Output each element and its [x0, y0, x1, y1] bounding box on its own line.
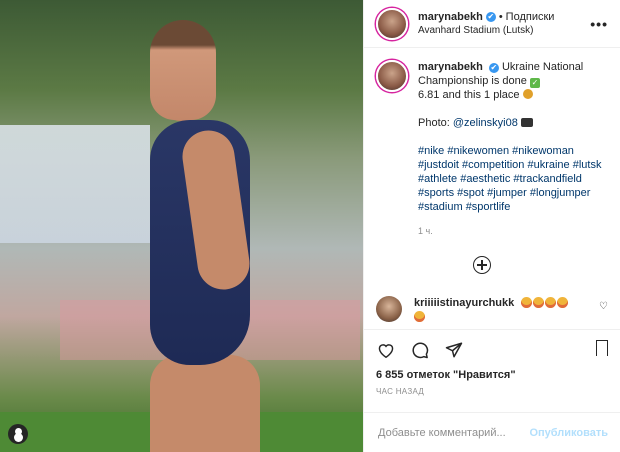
comment-username[interactable]: kriiiiistinayurchukk: [414, 297, 514, 309]
photo-credit-prefix: Photo:: [418, 117, 453, 129]
post-time: ЧАС НАЗАД: [376, 387, 425, 396]
caption-time: 1 ч.: [418, 226, 433, 236]
hashtags[interactable]: #nike #nikewomen #nikewoman #justdoit #c…: [418, 144, 608, 214]
more-options-icon[interactable]: •••: [590, 16, 608, 32]
post-panel: marynabekh ✔ • Подписки Avanhard Stadium…: [363, 0, 620, 452]
caption-text-line2: 6.81 and this 1 place: [418, 89, 520, 101]
header-username[interactable]: marynabekh: [418, 10, 483, 24]
instagram-post: marynabekh ✔ • Подписки Avanhard Stadium…: [0, 0, 620, 452]
load-more-comments-icon[interactable]: [473, 256, 491, 274]
caption-body: marynabekh ✔ Ukraine National Championsh…: [418, 60, 608, 238]
add-comment-bar: Опубликовать: [364, 412, 620, 452]
verified-icon: ✔: [485, 11, 496, 22]
caption-username[interactable]: marynabekh: [418, 61, 483, 73]
share-icon[interactable]: [444, 340, 464, 360]
athlete-legs: [150, 355, 260, 452]
comment-like-icon[interactable]: ♡: [599, 301, 608, 312]
post-header: marynabekh ✔ • Подписки Avanhard Stadium…: [364, 0, 620, 48]
heart-eyes-emoji-icon: [533, 297, 545, 308]
post-comment-button[interactable]: Опубликовать: [529, 427, 608, 439]
likes-count[interactable]: 6 855 отметок "Нравится": [364, 369, 620, 381]
location-link[interactable]: Avanhard Stadium (Lutsk): [418, 24, 554, 38]
check-mark-icon: ✓: [529, 78, 540, 88]
athlete-head: [150, 20, 216, 120]
comment-input[interactable]: [376, 425, 530, 440]
camera-icon: [520, 118, 533, 127]
follow-button[interactable]: Подписки: [506, 10, 555, 24]
heart-eyes-emoji-icon: [414, 311, 425, 322]
separator: •: [498, 10, 503, 23]
caption-avatar[interactable]: [376, 60, 408, 92]
photo-credit-link[interactable]: @zelinskyi08: [453, 117, 518, 129]
stadium-banner: [0, 125, 150, 243]
post-photo[interactable]: [0, 0, 363, 452]
heart-eyes-emoji-icon: [521, 297, 533, 308]
comment-avatar[interactable]: [376, 296, 402, 322]
heart-eyes-emoji-icon: [545, 297, 557, 308]
tagged-users-icon[interactable]: [8, 424, 28, 444]
comments-section: marynabekh ✔ Ukraine National Championsh…: [364, 48, 620, 329]
heart-icon[interactable]: [376, 340, 396, 360]
comment-icon[interactable]: [410, 340, 430, 360]
medal-icon: [522, 89, 533, 99]
heart-eyes-emoji-icon: [557, 297, 569, 308]
bookmark-icon[interactable]: [596, 340, 608, 357]
comment-item: kriiiiistinayurchukk ♡: [376, 296, 608, 324]
avatar[interactable]: [376, 7, 408, 40]
caption: marynabekh ✔ Ukraine National Championsh…: [376, 60, 608, 238]
action-bar: [364, 329, 620, 369]
comment-body: kriiiiistinayurchukk: [414, 296, 574, 324]
header-text: marynabekh ✔ • Подписки Avanhard Stadium…: [418, 10, 554, 38]
verified-icon: ✔: [488, 63, 499, 73]
